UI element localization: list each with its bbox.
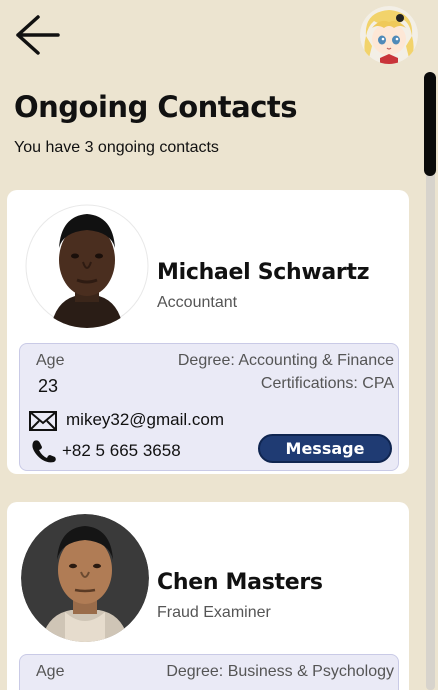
age-value: 23 <box>38 376 59 396</box>
user-avatar[interactable] <box>360 6 418 64</box>
contact-card[interactable]: Chen Masters Fraud Examiner Age Degree: … <box>7 502 409 690</box>
contact-name: Chen Masters <box>157 570 323 595</box>
page-subtitle: You have 3 ongoing contacts <box>14 139 219 156</box>
contact-photo <box>25 204 149 328</box>
certifications-text: Certifications: CPA <box>260 375 394 392</box>
top-bar <box>0 0 438 70</box>
contact-role: Fraud Examiner <box>157 604 271 621</box>
contact-card[interactable]: Michael Schwartz Accountant Age 23 Degre… <box>7 190 409 474</box>
mail-icon <box>28 410 58 432</box>
degree-text: Degree: Business & Psychology <box>166 663 394 680</box>
contact-phone[interactable]: +82 5 665 3658 <box>62 441 181 461</box>
contact-details: Age 23 Degree: Accounting & Finance Cert… <box>19 343 399 471</box>
contact-role: Accountant <box>157 294 238 311</box>
contact-details: Age Degree: Business & Psychology <box>19 654 399 690</box>
scrollbar-thumb[interactable] <box>424 72 436 176</box>
contact-name: Michael Schwartz <box>157 260 370 285</box>
page-title: Ongoing Contacts <box>14 90 298 124</box>
degree-text: Degree: Accounting & Finance <box>177 352 394 369</box>
contact-email[interactable]: mikey32@gmail.com <box>66 410 224 430</box>
age-label: Age <box>36 663 65 680</box>
phone-icon <box>30 438 58 464</box>
back-button[interactable] <box>14 14 62 56</box>
message-button[interactable]: Message <box>258 434 392 463</box>
arrow-left-icon <box>16 15 60 55</box>
contact-photo <box>21 514 149 642</box>
age-label: Age <box>36 352 65 369</box>
